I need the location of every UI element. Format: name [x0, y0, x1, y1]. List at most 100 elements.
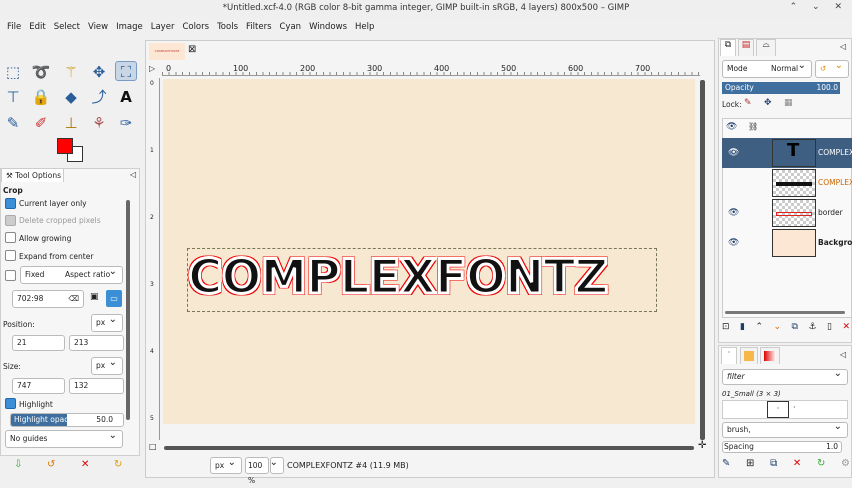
new-brush-icon[interactable]: ⊞: [746, 458, 754, 469]
delete-layer-icon[interactable]: ✕: [842, 322, 850, 332]
zoom-input[interactable]: 100 %: [245, 457, 269, 485]
navigate-icon[interactable]: ✛: [698, 440, 706, 451]
unit-dropdown[interactable]: px: [210, 455, 242, 474]
lock-icon[interactable]: 🔒: [30, 87, 52, 107]
current-layer-only-checkbox[interactable]: [5, 198, 16, 209]
save-options-icon[interactable]: ⇩: [14, 459, 22, 470]
transform-icon[interactable]: ⊤: [2, 87, 24, 107]
fuzzy-select-icon[interactable]: ⚚: [60, 62, 82, 82]
panel-menu-icon[interactable]: ◁: [130, 170, 136, 179]
brush-tag-dropdown[interactable]: brush,: [722, 420, 848, 438]
size-w-input[interactable]: 747: [12, 378, 65, 394]
menu-filters[interactable]: Filters: [242, 18, 275, 37]
brush-item-selected[interactable]: ·: [767, 401, 789, 418]
tab-paths[interactable]: ⌓: [756, 39, 776, 56]
tab-patterns[interactable]: [740, 347, 758, 364]
landscape-icon[interactable]: ▭: [106, 290, 122, 307]
edit-brush-icon[interactable]: ✎: [722, 458, 730, 469]
opacity-slider[interactable]: Opacity 100.0: [722, 82, 840, 94]
size-unit-dropdown[interactable]: px: [91, 355, 123, 375]
quick-mask-menu-icon[interactable]: ▷: [149, 64, 155, 73]
menu-select[interactable]: Select: [50, 18, 84, 37]
delete-cropped-checkbox[interactable]: [5, 215, 16, 226]
mode-dropdown[interactable]: Mode Normal: [722, 58, 812, 78]
brush-filter-dropdown[interactable]: filter: [722, 367, 848, 385]
position-y-input[interactable]: 213: [69, 335, 124, 351]
menu-colors[interactable]: Colors: [178, 18, 213, 37]
clone-icon[interactable]: ⊥: [60, 113, 82, 133]
menu-windows[interactable]: Windows: [305, 18, 351, 37]
lock-pixels-icon[interactable]: ✎: [744, 98, 752, 108]
reset-options-icon[interactable]: ↻: [114, 459, 122, 470]
menu-image[interactable]: Image: [112, 18, 147, 37]
expand-from-center-checkbox[interactable]: [5, 250, 16, 261]
visibility-eye-icon[interactable]: 👁: [728, 208, 739, 218]
delete-options-icon[interactable]: ✕: [81, 459, 89, 470]
panel-menu-icon[interactable]: ◁: [840, 42, 846, 51]
layer-row[interactable]: 👁 border: [722, 198, 852, 228]
layer-row[interactable]: 👁 TCOMPLEXFONTZ: [722, 138, 852, 168]
tab-tool-options[interactable]: ⚒ Tool Options: [1, 168, 64, 182]
lasso-icon[interactable]: ➰: [30, 62, 52, 82]
refresh-brushes-icon[interactable]: ↻: [817, 458, 825, 469]
portrait-icon[interactable]: ▣: [90, 292, 99, 302]
lock-position-icon[interactable]: ✥: [764, 98, 772, 108]
lower-layer-icon[interactable]: ⌄: [774, 322, 782, 332]
menu-layer[interactable]: Layer: [147, 18, 179, 37]
fixed-mode-dropdown[interactable]: Fixed Aspect ratio: [20, 264, 123, 284]
menu-tools[interactable]: Tools: [213, 18, 242, 37]
image-tab-thumbnail[interactable]: COMPLEXFONTZ: [149, 43, 185, 60]
zoom-dropdown[interactable]: [270, 455, 284, 474]
size-h-input[interactable]: 132: [69, 378, 124, 394]
menu-cyan[interactable]: Cyan: [276, 18, 306, 37]
merge-icon[interactable]: ▯: [827, 322, 832, 332]
tool-options-scrollbar[interactable]: [126, 200, 130, 420]
brush-item[interactable]: ·: [793, 403, 796, 412]
position-x-input[interactable]: 21: [12, 335, 65, 351]
smudge-icon[interactable]: ✑: [115, 113, 137, 133]
composite-dropdown[interactable]: ↺: [815, 58, 849, 78]
move-icon[interactable]: ✥: [88, 62, 110, 82]
duplicate-brush-icon[interactable]: ⧉: [770, 458, 777, 469]
clear-icon[interactable]: ⌫: [68, 291, 79, 307]
close-image-icon[interactable]: ⊠: [188, 44, 196, 55]
tab-channels[interactable]: ▤: [738, 39, 754, 56]
layers-scrollbar[interactable]: [725, 311, 845, 314]
window-controls[interactable]: ⌃ ⌄ ✕: [790, 2, 848, 12]
guides-dropdown[interactable]: No guides: [5, 428, 123, 448]
brush-icon[interactable]: ✐: [30, 113, 52, 133]
bucket-icon[interactable]: ◆: [60, 87, 82, 107]
ratio-input[interactable]: 702:98 ⌫: [12, 290, 84, 308]
highlight-checkbox[interactable]: [5, 398, 16, 409]
position-unit-dropdown[interactable]: px: [91, 312, 123, 332]
new-layer-icon[interactable]: ▮: [740, 322, 745, 332]
text-tool-icon[interactable]: A: [115, 87, 137, 107]
spacing-slider[interactable]: Spacing 1.0: [722, 441, 842, 453]
delete-brush-icon[interactable]: ✕: [793, 458, 801, 469]
new-layer-group-icon[interactable]: ⊡: [722, 322, 730, 332]
pencil-icon[interactable]: ✎: [2, 113, 24, 133]
restore-options-icon[interactable]: ↺: [47, 459, 55, 470]
horizontal-scrollbar[interactable]: [164, 446, 694, 450]
menu-view[interactable]: View: [84, 18, 112, 37]
crop-icon[interactable]: ⛶: [115, 61, 137, 81]
zoom-fit-toggle-icon[interactable]: □: [149, 442, 157, 451]
tab-layers[interactable]: ⧉: [720, 39, 736, 56]
visibility-eye-icon[interactable]: 👁: [728, 148, 739, 158]
menu-file[interactable]: File: [3, 18, 25, 37]
menu-edit[interactable]: Edit: [25, 18, 49, 37]
fixed-checkbox[interactable]: [5, 270, 16, 281]
foreground-color-swatch[interactable]: [57, 138, 73, 154]
tab-gradients[interactable]: [760, 347, 780, 364]
tab-brushes[interactable]: ·: [721, 347, 737, 364]
anchor-icon[interactable]: ⚓: [808, 322, 816, 332]
menu-help[interactable]: Help: [351, 18, 378, 37]
allow-growing-checkbox[interactable]: [5, 232, 16, 243]
brush-grid[interactable]: · ·: [722, 400, 848, 419]
highlight-opacity-slider[interactable]: Highlight opacity 50.0: [10, 413, 124, 427]
heal-icon[interactable]: ⚘: [88, 113, 110, 133]
layer-row[interactable]: COMPLEXFONTZ: [722, 168, 852, 198]
rect-select-icon[interactable]: ⬚: [2, 62, 24, 82]
lock-alpha-icon[interactable]: ▦: [784, 98, 793, 108]
vertical-scrollbar[interactable]: [700, 80, 705, 440]
